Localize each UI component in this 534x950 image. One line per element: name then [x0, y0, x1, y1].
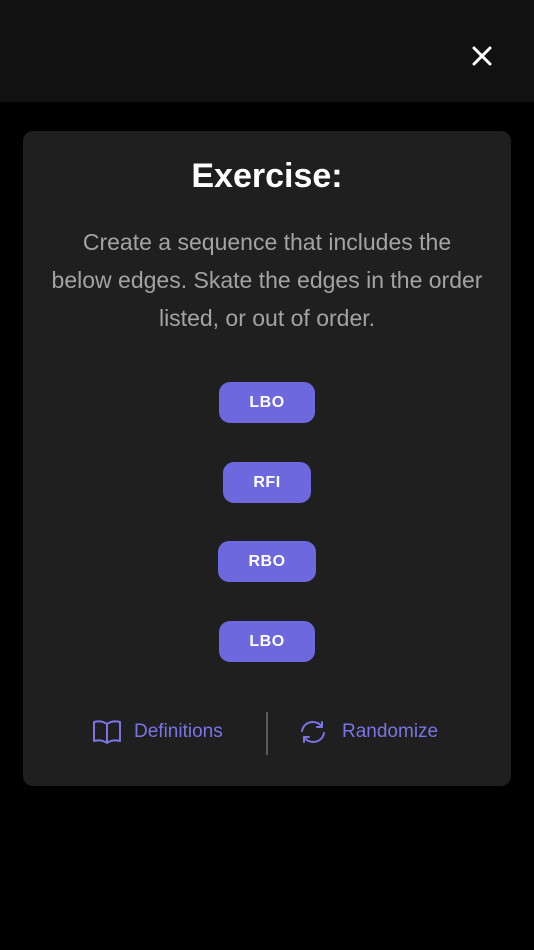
edge-chip-3[interactable]: RBO [218, 541, 316, 582]
footer-divider [266, 712, 268, 755]
randomize-label: Randomize [342, 721, 439, 742]
exercise-title: Exercise: [191, 157, 343, 195]
book-icon [93, 720, 121, 744]
edge-chip-4[interactable]: LBO [219, 621, 315, 662]
close-icon [472, 46, 492, 66]
definitions-button[interactable]: Definitions [92, 712, 223, 752]
exercise-description: Create a sequence that includes the belo… [51, 229, 483, 331]
edge-chip-2[interactable]: RFI [223, 462, 311, 503]
top-bar [0, 0, 534, 102]
definitions-label: Definitions [134, 721, 223, 742]
refresh-icon [301, 720, 325, 744]
randomize-button[interactable]: Randomize [298, 712, 438, 752]
edge-chip-1[interactable]: LBO [219, 382, 315, 423]
close-button[interactable] [464, 38, 500, 74]
